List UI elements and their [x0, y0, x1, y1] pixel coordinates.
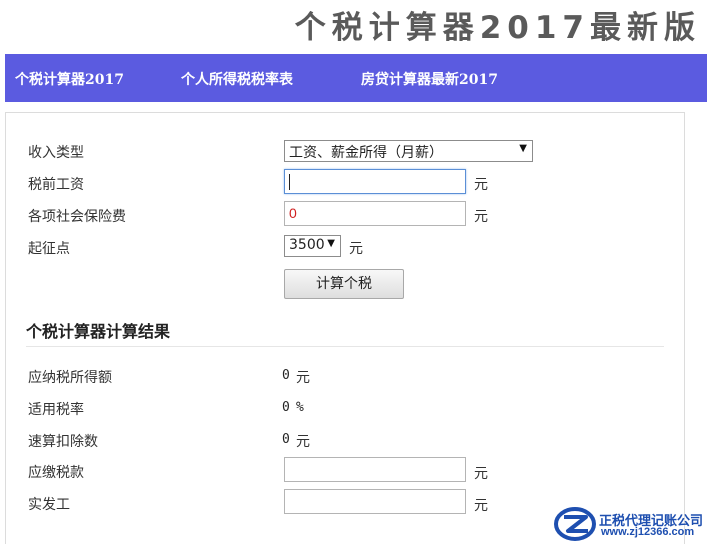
- insurance-label: 各项社会保险费: [28, 209, 126, 225]
- company-url: www.zj12366.com: [601, 526, 695, 538]
- nav-tax-calculator[interactable]: 个税计算器2017: [15, 69, 124, 89]
- text-cursor: [289, 174, 290, 190]
- deduction-unit: 元: [296, 434, 310, 450]
- main-navigation: 个税计算器2017 个人所得税税率表 房贷计算器最新2017: [5, 54, 707, 102]
- nav-tax-rate-table[interactable]: 个人所得税税率表: [181, 69, 293, 89]
- insurance-unit: 元: [474, 209, 488, 225]
- net-salary-unit: 元: [474, 498, 488, 514]
- calculate-button[interactable]: 计算个税: [284, 269, 404, 299]
- threshold-label: 起征点: [28, 241, 70, 257]
- tax-payable-unit: 元: [474, 466, 488, 482]
- dropdown-arrow-icon: ▼: [519, 143, 527, 154]
- income-type-select[interactable]: 工资、薪金所得（月薪） ▼: [284, 140, 533, 162]
- tax-payable-field[interactable]: [284, 457, 466, 482]
- taxable-income-label: 应纳税所得额: [28, 370, 112, 386]
- net-salary-field[interactable]: [284, 489, 466, 514]
- threshold-unit: 元: [349, 241, 363, 257]
- net-salary-label: 实发工: [28, 497, 70, 513]
- threshold-selected: 3500: [289, 237, 325, 253]
- deduction-label: 速算扣除数: [28, 434, 98, 450]
- company-watermark: 正税代理记账公司 www.zj12366.com: [554, 505, 707, 543]
- threshold-select[interactable]: 3500 ▼: [284, 235, 341, 257]
- taxable-income-unit: 元: [296, 370, 310, 386]
- income-type-selected: 工资、薪金所得（月薪）: [289, 145, 443, 161]
- pretax-salary-input[interactable]: [284, 169, 466, 194]
- tax-rate-unit: %: [296, 400, 304, 415]
- company-logo-icon: [554, 507, 596, 541]
- pretax-salary-unit: 元: [474, 177, 488, 193]
- tax-rate-label: 适用税率: [28, 402, 84, 418]
- income-type-label: 收入类型: [28, 145, 84, 161]
- results-divider: [26, 346, 664, 347]
- tax-rate-value: 0: [282, 400, 290, 415]
- nav-mortgage-calculator[interactable]: 房贷计算器最新2017: [361, 69, 498, 89]
- deduction-value: 0: [282, 432, 290, 447]
- results-title: 个税计算器计算结果: [26, 322, 171, 341]
- site-title: 个税计算器2017最新版: [294, 10, 701, 46]
- calculator-panel: 收入类型 工资、薪金所得（月薪） ▼ 税前工资 元 各项社会保险费 0 元 起征…: [5, 112, 685, 544]
- dropdown-arrow-icon: ▼: [327, 238, 335, 249]
- taxable-income-value: 0: [282, 368, 290, 383]
- pretax-salary-label: 税前工资: [28, 177, 84, 193]
- tax-payable-label: 应缴税款: [28, 465, 84, 481]
- insurance-input[interactable]: 0: [284, 201, 466, 226]
